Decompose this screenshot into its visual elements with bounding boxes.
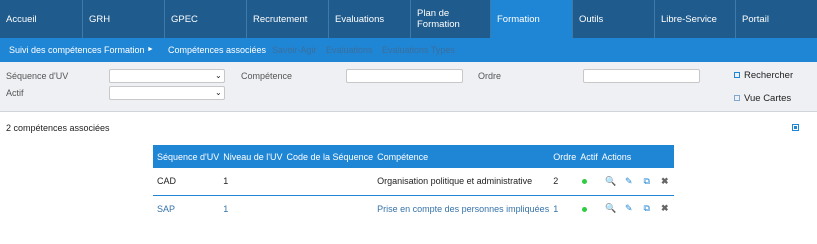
- vue-cartes-button[interactable]: Vue Cartes: [734, 93, 791, 104]
- table-row[interactable]: SAP 1 Prise en compte des personnes impl…: [153, 195, 674, 222]
- nav-item-grh[interactable]: GRH: [83, 0, 165, 38]
- cell-code: [283, 195, 374, 222]
- nav-item-gpec[interactable]: GPEC: [165, 0, 247, 38]
- table-header-row: Séquence d'UV Niveau de l'UV Code de la …: [153, 145, 674, 168]
- actif-label: Actif: [6, 88, 24, 98]
- main-nav: Accueil GRH GPEC Recrutement Evaluations…: [0, 0, 817, 38]
- rechercher-button[interactable]: Rechercher: [734, 70, 793, 81]
- cell-competence: Prise en compte des personnes impliquées: [377, 203, 550, 214]
- subnav-item-evaluations[interactable]: Evaluations: [326, 45, 373, 55]
- active-status-icon: [582, 179, 588, 185]
- nav-item-portail[interactable]: Portail: [736, 0, 817, 38]
- nav-item-formation[interactable]: Formation: [491, 0, 573, 38]
- edit-icon[interactable]: ✎: [620, 203, 638, 214]
- cards-icon: [734, 95, 740, 101]
- cell-actif: [576, 195, 598, 222]
- edit-icon[interactable]: ✎: [620, 176, 638, 187]
- sub-nav: Suivi des compétences Formation ► Compét…: [0, 38, 817, 62]
- rechercher-label: Rechercher: [744, 70, 794, 81]
- nav-item-plan-de-formation[interactable]: Plan de Formation: [411, 0, 491, 38]
- col-ordre[interactable]: Ordre: [549, 145, 576, 168]
- active-status-icon: [582, 206, 588, 212]
- subnav-item-savoir-agir[interactable]: Savoir-Agir: [272, 45, 317, 55]
- subnav-item-evaluations-types[interactable]: Evaluations Types: [382, 45, 455, 55]
- search-icon: [734, 72, 740, 78]
- copy-icon[interactable]: ⧉: [638, 203, 656, 214]
- table-row[interactable]: CAD 1 Organisation politique et administ…: [153, 168, 674, 196]
- search-icon[interactable]: 🔍: [602, 203, 620, 214]
- cell-actions: 🔍 ✎ ⧉ ✖: [598, 195, 674, 222]
- actif-select[interactable]: [109, 86, 225, 100]
- result-count: 2 compétences associées: [6, 123, 110, 133]
- export-icon[interactable]: [792, 124, 799, 131]
- cell-sequence: CAD: [153, 168, 220, 196]
- cell-actif: [576, 168, 598, 196]
- nav-item-libre-service[interactable]: Libre-Service: [655, 0, 736, 38]
- sequence-label: Séquence d'UV: [6, 71, 69, 81]
- nav-item-evaluations[interactable]: Evaluations: [329, 0, 411, 38]
- sequence-select[interactable]: [109, 69, 225, 83]
- col-code[interactable]: Code de la Séquence: [283, 145, 374, 168]
- delete-icon[interactable]: ✖: [656, 176, 674, 187]
- col-competence[interactable]: Compétence: [373, 145, 549, 168]
- search-icon[interactable]: 🔍: [602, 176, 620, 187]
- col-actif[interactable]: Actif: [576, 145, 598, 168]
- nav-item-recrutement[interactable]: Recrutement: [247, 0, 329, 38]
- copy-icon[interactable]: ⧉: [638, 176, 656, 187]
- competence-input[interactable]: [346, 69, 463, 83]
- cell-code: [282, 168, 374, 196]
- cell-niveau: 1: [219, 168, 283, 196]
- cell-ordre: 1: [553, 203, 559, 214]
- cell-ordre: 2: [549, 168, 577, 196]
- delete-icon[interactable]: ✖: [656, 203, 674, 214]
- nav-item-accueil[interactable]: Accueil: [0, 0, 83, 38]
- cell-niveau: 1: [223, 203, 229, 214]
- subnav-item-suivi-competences[interactable]: Suivi des compétences Formation: [9, 45, 145, 55]
- chevron-right-icon: ►: [147, 46, 154, 53]
- cell-sequence: SAP: [157, 203, 176, 214]
- competences-table: Séquence d'UV Niveau de l'UV Code de la …: [153, 145, 674, 222]
- ordre-input[interactable]: [583, 69, 700, 83]
- filter-panel: Séquence d'UV ⌄ Actif ⌄ Compétence Ordre…: [0, 62, 817, 112]
- cell-competence: Organisation politique et administrative: [373, 168, 550, 196]
- subnav-item-competences-associees[interactable]: Compétences associées: [168, 45, 266, 55]
- col-actions: Actions: [601, 151, 632, 162]
- vue-cartes-label: Vue Cartes: [744, 93, 792, 104]
- competence-label: Compétence: [241, 71, 293, 81]
- nav-item-outils[interactable]: Outils: [573, 0, 655, 38]
- col-niveau[interactable]: Niveau de l'UV: [219, 145, 282, 168]
- col-sequence[interactable]: Séquence d'UV: [153, 145, 219, 168]
- cell-actions: 🔍 ✎ ⧉ ✖: [597, 168, 674, 196]
- ordre-label: Ordre: [478, 71, 502, 81]
